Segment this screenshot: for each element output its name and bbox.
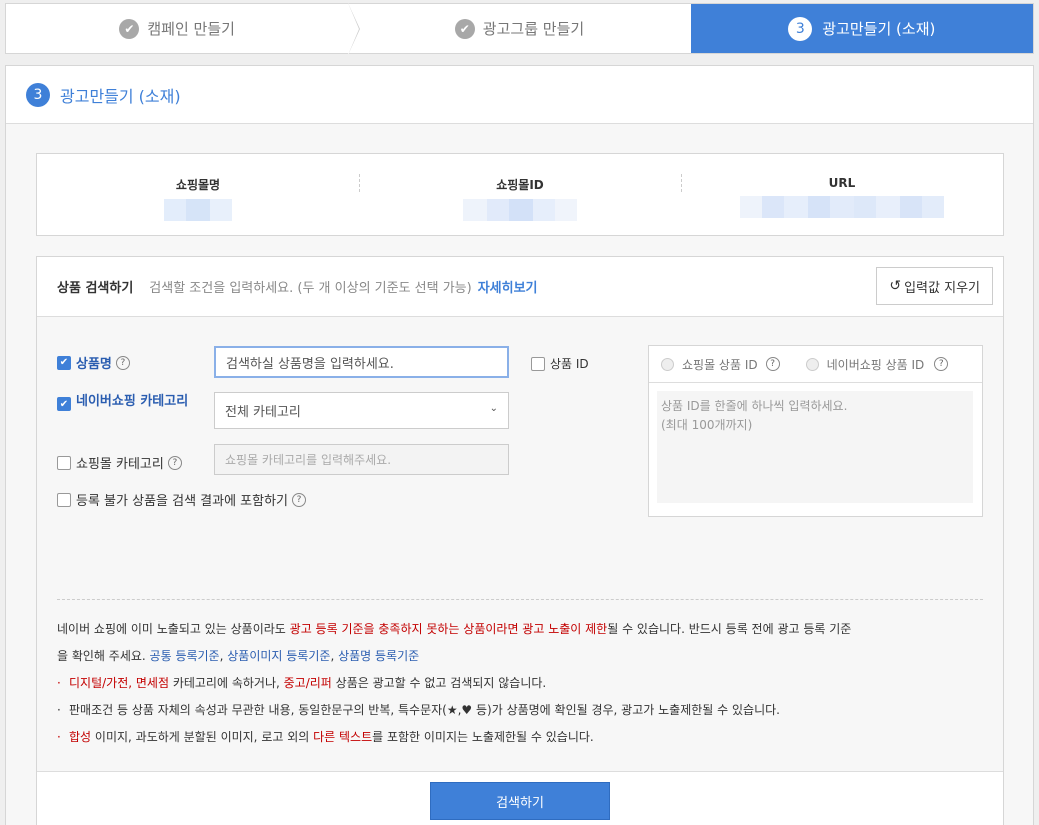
naver-category-label: 네이버쇼핑 카테고리 [76, 394, 189, 409]
include-unregistrable-checkbox[interactable] [57, 492, 71, 507]
product-id-type-options: 쇼핑몰 상품 ID ? 네이버쇼핑 상품 ID ? [649, 346, 982, 383]
bullet-icon: · [57, 703, 61, 717]
notice-warning-text: 다른 텍스트 [313, 730, 373, 744]
notice-text: 상품은 광고할 수 없고 검색되지 않습니다. [331, 676, 547, 690]
notice-text: 카테고리에 속하거나, [169, 676, 284, 690]
mall-category-row: 쇼핑몰 카테고리 ? [57, 453, 182, 472]
product-name-placeholder: 검색하실 상품명을 입력하세요. [226, 356, 394, 372]
notice-text: 판매조건 등 상품 자체의 속성과 무관한 내용, 동일한문구의 반복, 특수문… [69, 703, 780, 717]
mall-category-placeholder: 쇼핑몰 카테고리를 입력해주세요. [225, 453, 392, 467]
image-criteria-link[interactable]: 상품이미지 등록기준 [227, 649, 330, 663]
product-name-label: 상품명 [76, 357, 112, 372]
naver-category-select[interactable]: 전체 카테고리 ⌄ [214, 392, 509, 429]
notice-text: 네이버 쇼핑에 이미 노출되고 있는 상품이라도 [57, 622, 290, 636]
product-name-criteria-link[interactable]: 상품명 등록기준 [338, 649, 419, 663]
product-id-checkbox[interactable] [531, 356, 545, 371]
naver-product-id-radio[interactable] [805, 357, 819, 371]
mall-id-label: 쇼핑몰ID [496, 178, 544, 192]
details-link[interactable]: 자세히보기 [478, 277, 538, 296]
notice-warning-text: 광고 등록 기준을 충족하지 못하는 상품이라면 광고 노출이 제한 [289, 622, 608, 636]
help-icon[interactable]: ? [292, 492, 307, 507]
separator: , [330, 649, 339, 663]
notice-bullet: · 합성 이미지, 과도하게 분할된 이미지, 로고 외의 다른 텍스트를 포함… [57, 724, 983, 751]
mall-id-column: 쇼핑몰ID [359, 154, 681, 235]
check-icon: ✔ [454, 18, 475, 39]
ad-registration-notice: 네이버 쇼핑에 이미 노출되고 있는 상품이라도 광고 등록 기준을 충족하지 … [57, 599, 983, 751]
notice-warning-text: 디지털/가전, 면세점 [69, 676, 169, 690]
search-button[interactable]: 검색하기 [430, 782, 610, 820]
product-name-checkbox[interactable]: ✔ [57, 355, 71, 370]
mall-category-label: 쇼핑몰 카테고리 [76, 457, 164, 472]
search-header: 상품 검색하기 검색할 조건을 입력하세요. (두 개 이상의 기준도 선택 가… [37, 257, 1003, 317]
panel-header: 3 광고만들기 (소재) [6, 66, 1033, 124]
help-icon[interactable]: ? [167, 455, 182, 470]
include-unregistrable-row: 등록 불가 상품을 검색 결과에 포함하기 ? [57, 490, 307, 509]
naver-category-row: ✔ 네이버쇼핑 카테고리 [57, 394, 192, 411]
naver-category-checkbox[interactable]: ✔ [57, 397, 71, 411]
mall-name-label: 쇼핑몰명 [175, 178, 221, 192]
help-icon[interactable]: ? [934, 357, 949, 371]
mall-category-checkbox[interactable] [57, 455, 71, 470]
step-number: 3 [788, 16, 813, 41]
notice-paragraph-2: 을 확인해 주세요. 공통 등록기준, 상품이미지 등록기준, 상품명 등록기준 [57, 643, 983, 670]
url-column: URL [681, 154, 1003, 235]
notice-warning-text: 합성 [69, 730, 92, 744]
ad-creation-panel: 3 광고만들기 (소재) 쇼핑몰명 쇼핑몰ID URL 상품 검색하기 검색할 … [5, 65, 1034, 825]
product-search-box: 상품 검색하기 검색할 조건을 입력하세요. (두 개 이상의 기준도 선택 가… [36, 256, 1004, 825]
product-id-placeholder-line1: 상품 ID를 한줄에 하나씩 입력하세요. [661, 399, 848, 413]
help-icon[interactable]: ? [115, 355, 130, 370]
bullet-icon: · [57, 730, 61, 744]
url-value-blurred [740, 196, 944, 218]
search-footer: 검색하기 [37, 771, 1003, 825]
common-criteria-link[interactable]: 공통 등록기준 [150, 649, 220, 663]
step-campaign[interactable]: ✔ 캠페인 만들기 [6, 3, 361, 55]
search-description: 검색할 조건을 입력하세요. (두 개 이상의 기준도 선택 가능) [149, 281, 472, 296]
product-id-row: 상품 ID [531, 355, 589, 372]
naver-product-id-label: 네이버쇼핑 상품 ID [826, 357, 925, 372]
notice-bullet: · 판매조건 등 상품 자체의 속성과 무관한 내용, 동일한문구의 반복, 특… [57, 697, 983, 724]
refresh-icon: ↺ [889, 278, 902, 294]
notice-bullet: · 디지털/가전, 면세점 카테고리에 속하거나, 중고/리퍼 상품은 광고할 … [57, 670, 983, 697]
product-id-panel: 쇼핑몰 상품 ID ? 네이버쇼핑 상품 ID ? 상품 ID를 한줄에 하나씩… [648, 345, 983, 517]
notice-text: 될 수 있습니다. 반드시 등록 전에 광고 등록 기준 [607, 622, 852, 636]
step-navigation: ✔ 캠페인 만들기 ✔ 광고그룹 만들기 3 광고만들기 (소재) [5, 3, 1034, 55]
notice-text: 를 포함한 이미지는 노출제한될 수 있습니다. [372, 730, 594, 744]
search-title: 상품 검색하기 [57, 281, 134, 296]
step-adgroup-label: 광고그룹 만들기 [482, 20, 585, 38]
mall-product-id-radio[interactable] [661, 357, 674, 371]
chevron-down-icon: ⌄ [489, 403, 498, 414]
step-ad-creative-label: 광고만들기 (소재) [822, 20, 936, 38]
search-criteria: ✔ 상품명 ? 검색하실 상품명을 입력하세요. 상품 ID ✔ 네이버쇼핑 카… [37, 317, 1003, 771]
product-id-placeholder-line2: (최대 100개까지) [661, 418, 753, 432]
panel-body: 쇼핑몰명 쇼핑몰ID URL 상품 검색하기 검색할 조건을 입력하세요. (두… [6, 124, 1033, 825]
product-id-textarea[interactable]: 상품 ID를 한줄에 하나씩 입력하세요. (최대 100개까지) [657, 391, 973, 503]
mall-name-column: 쇼핑몰명 [37, 154, 359, 235]
bullet-icon: · [57, 676, 61, 690]
notice-text: 을 확인해 주세요. [57, 649, 150, 663]
product-name-input[interactable]: 검색하실 상품명을 입력하세요. [214, 346, 509, 378]
naver-category-value: 전체 카테고리 [225, 405, 301, 420]
product-id-label: 상품 ID [550, 357, 589, 371]
url-label: URL [828, 176, 856, 190]
notice-text: 이미지, 과도하게 분할된 이미지, 로고 외의 [91, 730, 314, 744]
step-separator-fill [348, 3, 360, 55]
notice-warning-text: 중고/리퍼 [283, 676, 332, 690]
step-adgroup[interactable]: ✔ 광고그룹 만들기 [348, 4, 690, 53]
help-icon[interactable]: ? [765, 357, 780, 371]
panel-title: 광고만들기 (소재) [60, 86, 181, 106]
shopping-mall-info: 쇼핑몰명 쇼핑몰ID URL [36, 153, 1004, 236]
reset-inputs-button[interactable]: ↺ 입력값 지우기 [876, 267, 993, 305]
mall-category-input[interactable]: 쇼핑몰 카테고리를 입력해주세요. [214, 444, 509, 475]
reset-inputs-label: 입력값 지우기 [904, 280, 980, 296]
step-campaign-label: 캠페인 만들기 [147, 20, 235, 38]
product-name-row: ✔ 상품명 ? [57, 353, 130, 372]
panel-step-number: 3 [26, 82, 50, 107]
notice-paragraph: 네이버 쇼핑에 이미 노출되고 있는 상품이라도 광고 등록 기준을 충족하지 … [57, 616, 983, 643]
check-icon: ✔ [119, 18, 140, 39]
step-ad-creative[interactable]: 3 광고만들기 (소재) [690, 4, 1033, 53]
mall-id-value-blurred [463, 199, 577, 221]
mall-product-id-label: 쇼핑몰 상품 ID [682, 357, 758, 372]
mall-name-value-blurred [164, 199, 232, 221]
include-unregistrable-label: 등록 불가 상품을 검색 결과에 포함하기 [76, 494, 289, 509]
